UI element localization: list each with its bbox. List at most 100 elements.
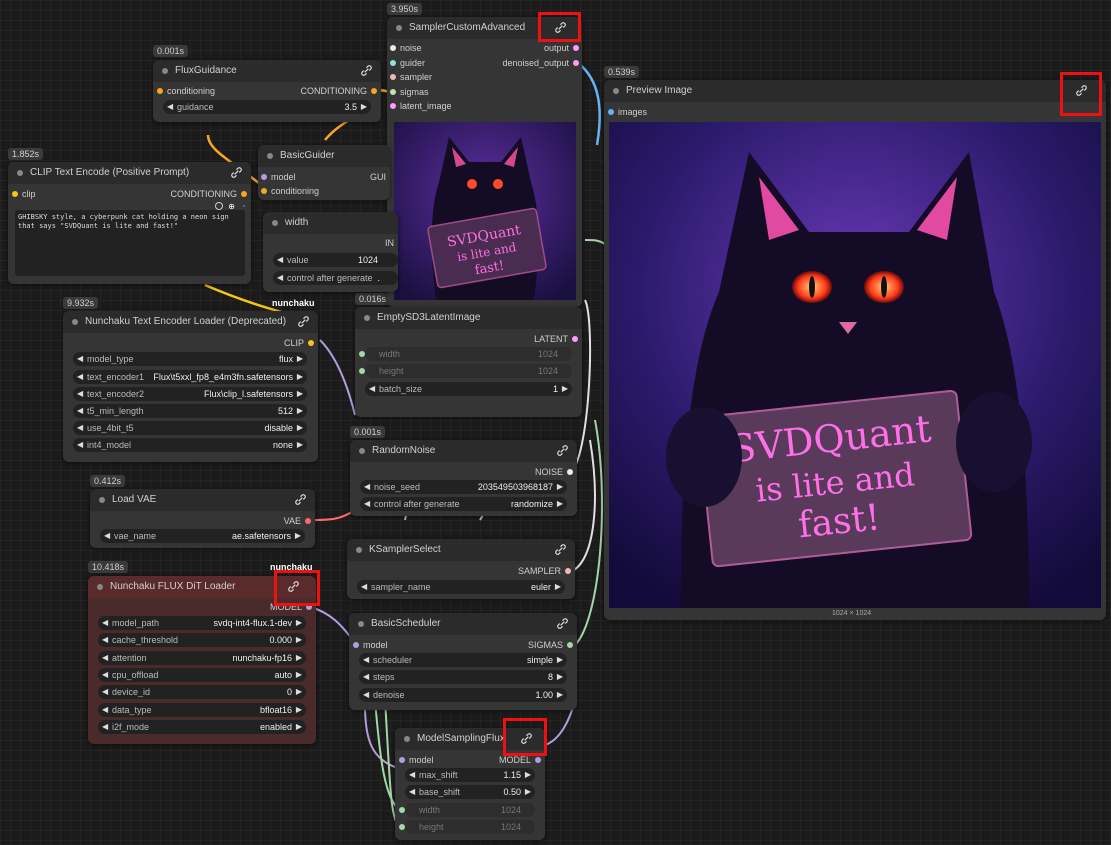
arrow-left-icon[interactable]: ◀ — [363, 655, 369, 664]
node-random-noise[interactable]: RandomNoise NOISE ◀ noise_seed 20354950396… — [350, 440, 577, 516]
arrow-left-icon[interactable]: ◀ — [167, 102, 173, 111]
node-preview-image[interactable]: Preview Image images SVDQuant is lite an… — [604, 80, 1106, 620]
collapse-dot[interactable] — [99, 497, 105, 503]
node-clip-text-encode[interactable]: CLIP Text Encode (Positive Prompt) clip … — [8, 162, 251, 284]
control-widget[interactable]: ◀ control after generate . — [273, 271, 398, 285]
collapse-dot[interactable] — [356, 547, 362, 553]
collapse-dot[interactable] — [358, 621, 364, 627]
arrow-left-icon[interactable]: ◀ — [102, 705, 108, 714]
arrow-right-icon[interactable]: ▶ — [296, 687, 302, 696]
arrow-left-icon[interactable]: ◀ — [102, 653, 108, 662]
output-dot[interactable] — [567, 642, 573, 648]
arrow-left-icon[interactable]: ◀ — [102, 618, 108, 627]
arrow-left-icon[interactable]: ◀ — [77, 440, 83, 449]
denoise-widget[interactable]: ◀ denoise 1.00 ▶ — [359, 688, 567, 702]
arrow-right-icon[interactable]: ▶ — [557, 655, 563, 664]
arrow-right-icon[interactable]: ▶ — [557, 499, 563, 508]
input-dot[interactable] — [390, 60, 396, 66]
arrow-left-icon[interactable]: ◀ — [77, 389, 83, 398]
arrow-right-icon[interactable]: ▶ — [557, 690, 563, 699]
arrow-right-icon[interactable]: ▶ — [296, 618, 302, 627]
collapse-dot[interactable] — [396, 25, 402, 31]
arrow-right-icon[interactable]: ▶ — [296, 670, 302, 679]
text-encoder1-widget[interactable]: ◀ text_encoder1 Flux\t5xxl_fp8_e4m3fn.safe… — [73, 370, 307, 384]
node-header[interactable]: KSamplerSelect — [347, 539, 575, 561]
width-widget[interactable]: width 1024 — [405, 803, 535, 817]
input-dot[interactable] — [390, 89, 396, 95]
arrow-right-icon[interactable]: ▶ — [297, 372, 303, 381]
arrow-left-icon[interactable]: ◀ — [363, 672, 369, 681]
collapse-dot[interactable] — [364, 315, 370, 321]
arrow-right-icon[interactable]: ▶ — [296, 635, 302, 644]
input-dot[interactable] — [353, 642, 359, 648]
radio-icon[interactable] — [215, 202, 223, 210]
arrow-left-icon[interactable]: ◀ — [102, 722, 108, 731]
collapse-dot[interactable] — [613, 88, 619, 94]
output-dot[interactable] — [305, 518, 311, 524]
arrow-left-icon[interactable]: ◀ — [104, 531, 110, 540]
arrow-right-icon[interactable]: ▶ — [525, 770, 531, 779]
use-4bit-t5-widget[interactable]: ◀ use_4bit_t5 disable ▶ — [73, 421, 307, 435]
link-icon[interactable] — [360, 64, 373, 77]
output-dot[interactable] — [565, 568, 571, 574]
attention-widget[interactable]: ◀ attention nunchaku-fp16 ▶ — [98, 651, 306, 665]
model-type-widget[interactable]: ◀ model_type flux ▶ — [73, 352, 307, 366]
output-dot[interactable] — [572, 336, 578, 342]
input-dot[interactable] — [157, 88, 163, 94]
input-dot[interactable] — [399, 757, 405, 763]
output-dot[interactable] — [241, 191, 247, 197]
node-header[interactable]: FluxGuidance — [153, 60, 381, 82]
node-basic-scheduler[interactable]: BasicScheduler model SIGMAS ◀ scheduler si… — [349, 613, 577, 710]
max-shift-widget[interactable]: ◀ max_shift 1.15 ▶ — [405, 768, 535, 782]
output-dot[interactable] — [535, 757, 541, 763]
value-widget[interactable]: ◀ value 1024 — [273, 253, 398, 267]
arrow-right-icon[interactable]: ▶ — [296, 722, 302, 731]
collapse-dot[interactable] — [359, 448, 365, 454]
node-load-vae[interactable]: Load VAE VAE ◀ vae_name ae.safetensors ▶ — [90, 489, 315, 548]
sampler-name-widget[interactable]: ◀ sampler_name euler ▶ — [357, 580, 565, 594]
arrow-left-icon[interactable]: ◀ — [102, 687, 108, 696]
node-header[interactable]: width — [263, 212, 398, 234]
arrow-left-icon[interactable]: ◀ — [102, 635, 108, 644]
node-width[interactable]: width IN ◀ value 1024 ◀ control after ge… — [263, 212, 398, 292]
vae-name-widget[interactable]: ◀ vae_name ae.safetensors ▶ — [100, 529, 305, 543]
collapse-dot[interactable] — [404, 736, 410, 742]
link-icon[interactable] — [554, 543, 567, 556]
model-path-widget[interactable]: ◀ model_path svdq-int4-flux.1-dev ▶ — [98, 616, 306, 630]
height-widget[interactable]: height 1024 — [405, 820, 535, 834]
node-header[interactable]: BasicGuider — [258, 145, 390, 167]
text-encoder2-widget[interactable]: ◀ text_encoder2 Flux\clip_l.safetensors ▶ — [73, 387, 307, 401]
node-header[interactable]: Preview Image — [604, 80, 1106, 102]
i2f-mode-widget[interactable]: ◀ i2f_mode enabled ▶ — [98, 720, 306, 734]
arrow-right-icon[interactable]: ▶ — [361, 102, 367, 111]
data-type-widget[interactable]: ◀ data_type bfloat16 ▶ — [98, 703, 306, 717]
arrow-right-icon[interactable]: ▶ — [525, 787, 531, 796]
node-sampler-custom-advanced[interactable]: SamplerCustomAdvanced noise guider sampl… — [387, 17, 582, 307]
collapse-dot[interactable] — [17, 170, 23, 176]
link-icon[interactable] — [297, 315, 310, 328]
input-dot[interactable] — [608, 109, 614, 115]
arrow-left-icon[interactable]: ◀ — [364, 499, 370, 508]
base-shift-widget[interactable]: ◀ base_shift 0.50 ▶ — [405, 785, 535, 799]
node-text-encoder-loader[interactable]: Nunchaku Text Encoder Loader (Deprecated… — [63, 311, 318, 462]
arrow-left-icon[interactable]: ◀ — [77, 354, 83, 363]
node-header[interactable]: EmptySD3LatentImage — [355, 307, 582, 329]
arrow-right-icon[interactable]: ▶ — [296, 653, 302, 662]
arrow-right-icon[interactable]: ▶ — [555, 582, 561, 591]
toggle-icon[interactable]: ◦ — [243, 203, 245, 210]
node-header[interactable]: RandomNoise — [350, 440, 577, 462]
arrow-left-icon[interactable]: ◀ — [77, 372, 83, 381]
input-dot[interactable] — [12, 191, 18, 197]
prompt-textarea[interactable]: GHIBSKY style, a cyberpunk cat holding a… — [15, 210, 245, 276]
node-basic-guider[interactable]: BasicGuider model conditioning GUI — [258, 145, 390, 200]
collapse-dot[interactable] — [162, 68, 168, 74]
link-icon[interactable] — [230, 166, 243, 179]
arrow-right-icon[interactable]: ▶ — [557, 672, 563, 681]
input-dot[interactable] — [261, 174, 267, 180]
arrow-left-icon[interactable]: ◀ — [363, 690, 369, 699]
input-dot[interactable] — [261, 188, 267, 194]
cache-threshold-widget[interactable]: ◀ cache_threshold 0.000 ▶ — [98, 633, 306, 647]
steps-widget[interactable]: ◀ steps 8 ▶ — [359, 670, 567, 684]
output-dot[interactable] — [573, 60, 579, 66]
arrow-left-icon[interactable]: ◀ — [277, 273, 283, 282]
